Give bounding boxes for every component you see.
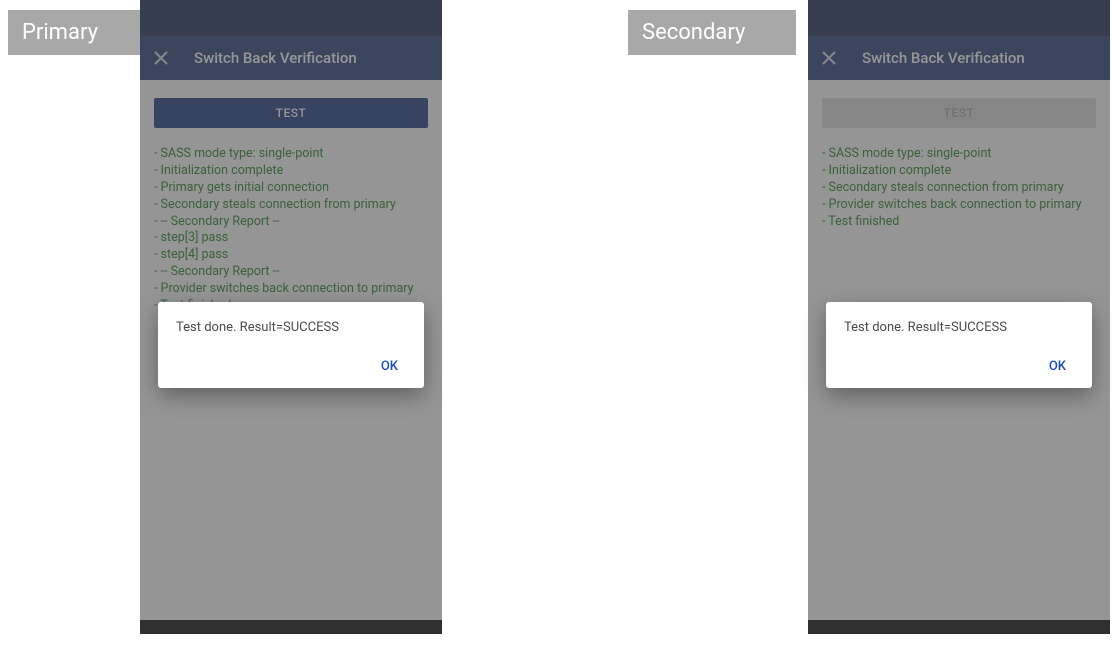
dialog-message: Test done. Result=SUCCESS — [176, 320, 406, 335]
dialog-message: Test done. Result=SUCCESS — [844, 320, 1074, 335]
secondary-label-tag: Secondary — [628, 10, 796, 55]
result-dialog: Test done. Result=SUCCESS OK — [158, 302, 424, 388]
primary-label-tag: Primary — [8, 10, 140, 55]
secondary-phone: Switch Back Verification TEST - SASS mod… — [808, 0, 1110, 634]
result-dialog: Test done. Result=SUCCESS OK — [826, 302, 1092, 388]
ok-button[interactable]: OK — [1041, 353, 1074, 380]
dialog-actions: OK — [844, 353, 1074, 380]
primary-phone: Switch Back Verification TEST - SASS mod… — [140, 0, 442, 634]
ok-button[interactable]: OK — [373, 353, 406, 380]
dialog-actions: OK — [176, 353, 406, 380]
